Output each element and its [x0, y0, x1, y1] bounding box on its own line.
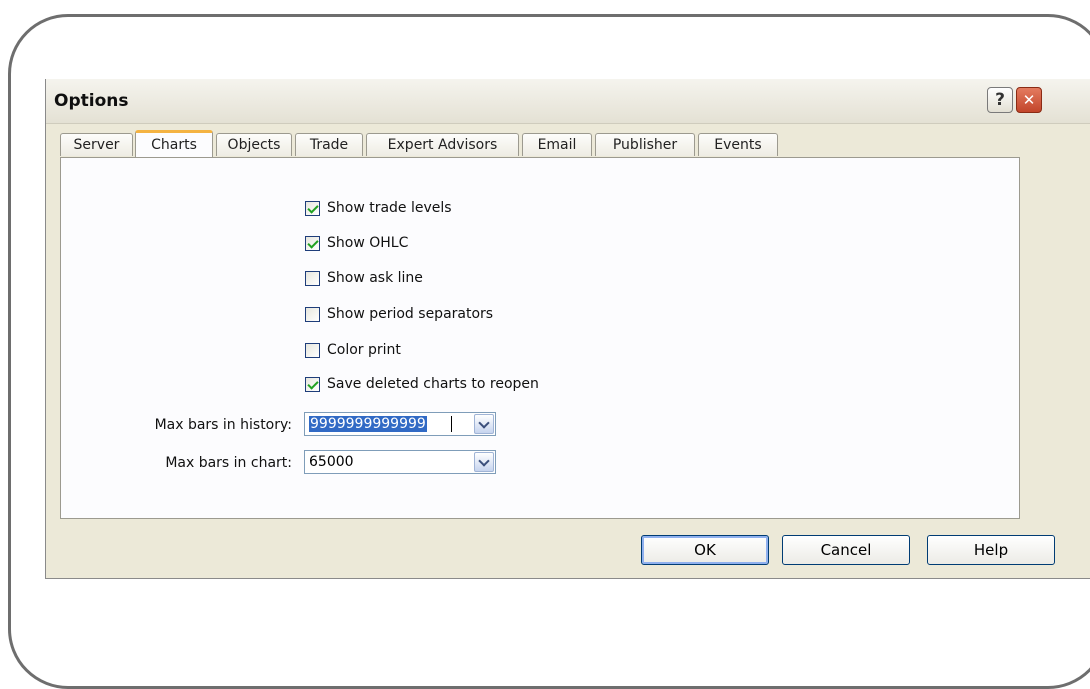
chevron-down-icon[interactable] — [474, 414, 494, 434]
checkbox-label: Show OHLC — [327, 235, 409, 251]
checkbox-label: Show trade levels — [327, 200, 452, 216]
checkbox-box[interactable] — [305, 342, 320, 358]
max-bars-chart-value[interactable]: 65000 — [309, 454, 354, 470]
checkbox-box[interactable] — [305, 270, 320, 286]
tab-email[interactable]: Email — [522, 133, 592, 156]
help-button[interactable]: Help — [927, 535, 1055, 565]
checkbox-label: Show ask line — [327, 270, 423, 286]
close-icon: ✕ — [1022, 91, 1036, 109]
chevron-down-icon[interactable] — [474, 452, 494, 472]
checkmark-icon[interactable] — [305, 235, 320, 251]
checkbox-label: Save deleted charts to reopen — [327, 376, 539, 392]
dialog-title: Options — [54, 91, 129, 111]
max-bars-history-value[interactable]: 9999999999999 — [309, 416, 427, 432]
max-bars-chart-label: Max bars in chart: — [165, 455, 292, 471]
max-bars-history-combo[interactable]: 9999999999999 — [304, 412, 496, 436]
tab-publisher[interactable]: Publisher — [595, 133, 695, 156]
close-button[interactable]: ✕ — [1016, 87, 1042, 113]
title-bar[interactable]: Options ? ✕ — [46, 79, 1090, 124]
charts-tab-panel: Show trade levels Show OHLC Show ask lin… — [60, 157, 1020, 519]
tab-expert-advisors[interactable]: Expert Advisors — [366, 133, 519, 156]
cancel-button[interactable]: Cancel — [782, 535, 910, 565]
checkmark-icon[interactable] — [305, 200, 320, 216]
options-dialog: Options ? ✕ Server Charts Objects Trade … — [45, 79, 1090, 579]
checkbox-save-deleted-charts[interactable]: Save deleted charts to reopen — [305, 376, 539, 392]
help-title-button[interactable]: ? — [987, 87, 1013, 113]
tab-trade[interactable]: Trade — [295, 133, 363, 156]
checkbox-show-period-separators[interactable]: Show period separators — [305, 306, 493, 322]
help-icon: ? — [995, 90, 1005, 110]
checkbox-show-trade-levels[interactable]: Show trade levels — [305, 200, 452, 216]
checkbox-box[interactable] — [305, 306, 320, 322]
tab-charts[interactable]: Charts — [135, 130, 213, 157]
max-bars-history-label: Max bars in history: — [154, 417, 292, 433]
tab-events[interactable]: Events — [698, 133, 778, 156]
text-caret — [451, 416, 452, 432]
checkbox-show-ohlc[interactable]: Show OHLC — [305, 235, 408, 251]
ok-button[interactable]: OK — [641, 535, 769, 565]
tab-objects[interactable]: Objects — [216, 133, 292, 156]
checkbox-color-print[interactable]: Color print — [305, 342, 401, 358]
checkbox-show-ask-line[interactable]: Show ask line — [305, 270, 423, 286]
max-bars-chart-combo[interactable]: 65000 — [304, 450, 496, 474]
checkbox-label: Color print — [327, 342, 401, 358]
checkmark-icon[interactable] — [305, 376, 320, 392]
tab-server[interactable]: Server — [60, 133, 133, 156]
checkbox-label: Show period separators — [327, 306, 494, 322]
